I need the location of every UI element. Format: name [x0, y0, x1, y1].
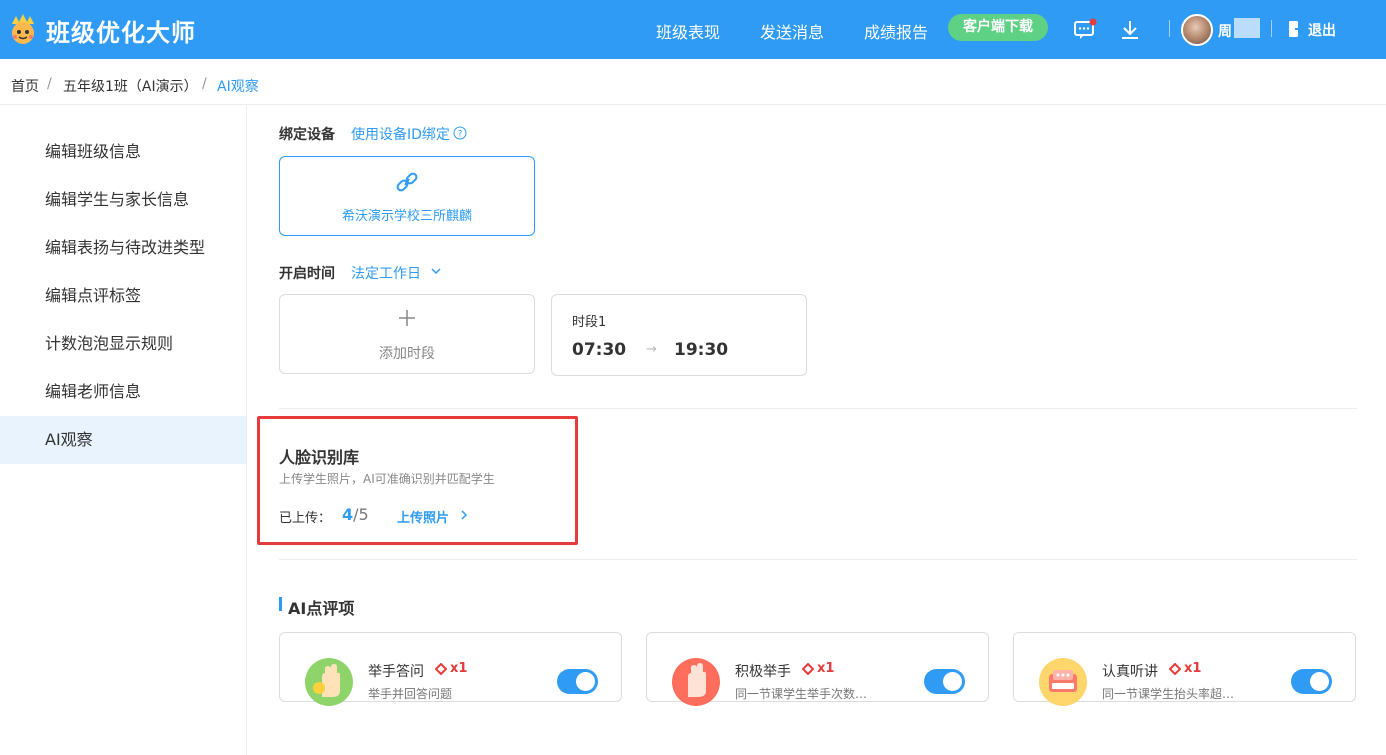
time-slot-card[interactable]: 时段1 07:30 → 19:30	[551, 294, 807, 376]
breadcrumb-separator: /	[202, 76, 207, 92]
time-slot-start: 07:30	[572, 340, 627, 360]
plus-icon	[399, 310, 415, 326]
ai-item-points: x1	[450, 661, 468, 676]
svg-text:?: ?	[458, 130, 463, 140]
upload-total: /5	[353, 505, 369, 524]
section-accent-bar	[279, 597, 282, 611]
device-name: 希沃演示学校三所麒麟	[341, 209, 472, 224]
chevron-down-icon[interactable]	[431, 267, 441, 275]
sidebar-item-bubble-rules[interactable]: 计数泡泡显示规则	[0, 320, 246, 368]
user-avatar[interactable]	[1181, 14, 1213, 46]
raise-hand-icon	[672, 658, 720, 706]
download-icon[interactable]	[1118, 18, 1142, 42]
uploaded-count: 4	[342, 505, 354, 524]
listen-board-icon	[1039, 658, 1087, 706]
sidebar-item-class-info[interactable]: 编辑班级信息	[0, 128, 246, 176]
ai-item-points: x1	[817, 661, 835, 676]
client-download-button[interactable]: 客户端下载	[948, 14, 1048, 41]
schedule-mode-select[interactable]: 法定工作日	[351, 263, 421, 283]
bind-by-device-id-link[interactable]: 使用设备ID绑定	[351, 124, 450, 144]
raise-hand-answer-icon	[305, 658, 353, 706]
help-icon[interactable]: ?	[453, 126, 467, 140]
settings-sidebar: 编辑班级信息 编辑学生与家长信息 编辑表扬与待改进类型 编辑点评标签 计数泡泡显…	[0, 105, 247, 755]
sidebar-item-student-parent-info[interactable]: 编辑学生与家长信息	[0, 176, 246, 224]
ai-item-name: 举手答问	[368, 664, 424, 680]
time-slot-end: 19:30	[674, 340, 729, 360]
ai-item-toggle[interactable]	[924, 669, 965, 694]
diamond-icon	[802, 663, 814, 675]
upload-count: 4/5	[342, 505, 369, 524]
header-divider	[1169, 20, 1170, 37]
ai-item-toggle[interactable]	[1291, 669, 1332, 694]
logo-icon	[12, 14, 34, 44]
ai-items-title: AI点评项	[288, 599, 355, 618]
time-slot-title: 时段1	[572, 315, 607, 330]
sidebar-item-ai-observe[interactable]: AI观察	[0, 416, 246, 464]
ai-item-name: 认真听讲	[1102, 664, 1158, 680]
ai-item-name: 积极举手	[735, 664, 791, 680]
face-library-description: 上传学生照片，AI可准确识别并匹配学生	[279, 472, 495, 486]
user-name-mask	[1234, 18, 1260, 38]
breadcrumb: 首页 / 五年级1班（AI演示） / AI观察	[0, 59, 1386, 105]
ai-item-description: 同一节课学生举手次数…	[735, 687, 868, 701]
nav-grade-report[interactable]: 成绩报告	[864, 19, 928, 43]
breadcrumb-class[interactable]: 五年级1班（AI演示）	[63, 76, 198, 96]
device-card[interactable]: 希沃演示学校三所麒麟	[279, 156, 535, 236]
add-time-slot-label: 添加时段	[379, 346, 435, 362]
nav-send-message[interactable]: 发送消息	[760, 19, 824, 43]
sidebar-item-teacher-info[interactable]: 编辑老师信息	[0, 368, 246, 416]
add-time-slot-button[interactable]: 添加时段	[279, 294, 535, 374]
message-icon[interactable]	[1073, 18, 1097, 42]
logout-icon[interactable]	[1288, 20, 1304, 38]
logout-button[interactable]: 退出	[1308, 20, 1336, 40]
upload-photo-link[interactable]: 上传照片	[397, 507, 449, 526]
header-divider	[1271, 20, 1272, 37]
section-divider	[279, 559, 1357, 560]
diamond-icon	[435, 663, 447, 675]
nav-class-performance[interactable]: 班级表现	[656, 19, 720, 43]
ai-item-description: 同一节课学生抬头率超…	[1102, 687, 1235, 701]
brand-title: 班级优化大师	[46, 19, 196, 47]
ai-item-description: 举手并回答问题	[368, 687, 453, 701]
ai-item-toggle[interactable]	[557, 669, 598, 694]
top-bar: 班级优化大师 班级表现 发送消息 成绩报告 客户端下载 周 退出	[0, 0, 1386, 59]
bind-device-label: 绑定设备	[279, 127, 335, 143]
face-library-title: 人脸识别库	[279, 448, 360, 467]
sidebar-item-comment-tags[interactable]: 编辑点评标签	[0, 272, 246, 320]
chevron-right-icon[interactable]	[460, 510, 468, 520]
diamond-icon	[1169, 663, 1181, 675]
sidebar-item-praise-types[interactable]: 编辑表扬与待改进类型	[0, 224, 246, 272]
arrow-right-icon: →	[646, 342, 657, 357]
user-name[interactable]: 周	[1218, 21, 1232, 41]
breadcrumb-separator: /	[47, 76, 52, 92]
ai-item-card: 积极举手 x1 同一节课学生举手次数…	[646, 632, 989, 706]
breadcrumb-home[interactable]: 首页	[11, 76, 39, 96]
ai-item-points: x1	[1184, 661, 1202, 676]
section-divider	[279, 408, 1357, 409]
ai-item-card: 举手答问 x1 举手并回答问题	[279, 632, 622, 706]
uploaded-label: 已上传：	[279, 511, 332, 526]
open-time-label: 开启时间	[279, 266, 335, 282]
link-icon	[396, 172, 418, 192]
breadcrumb-current: AI观察	[217, 79, 259, 95]
ai-item-card: 认真听讲 x1 同一节课学生抬头率超…	[1013, 632, 1356, 706]
